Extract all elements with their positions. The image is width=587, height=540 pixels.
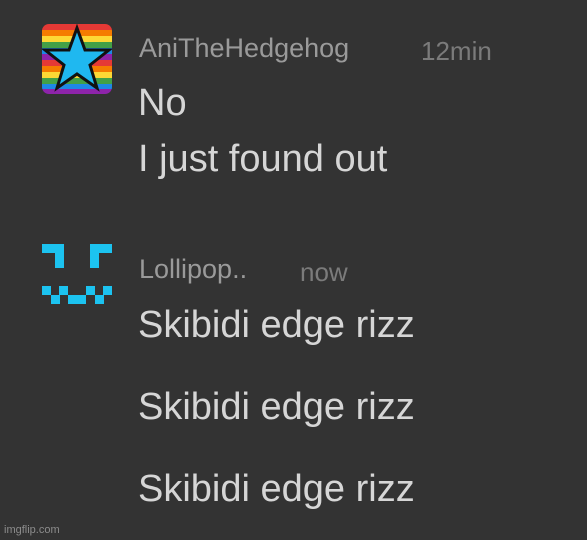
avatar[interactable]	[42, 24, 112, 94]
username[interactable]: Lollipop..	[139, 254, 247, 285]
message-line: I just found out	[138, 138, 388, 180]
message-1: AniTheHedgehog 12min No I just found out	[0, 0, 587, 220]
message-line: Skibidi edge rizz	[138, 386, 415, 428]
imgflip-watermark: imgflip.com	[4, 524, 60, 536]
username[interactable]: AniTheHedgehog	[139, 33, 349, 64]
message-2: Lollipop.. now Skibidi edge rizz Skibidi…	[0, 220, 587, 520]
rainbow-star-icon	[42, 24, 112, 94]
message-line: Skibidi edge rizz	[138, 304, 415, 346]
message-line: No	[138, 82, 187, 124]
timestamp: now	[300, 257, 348, 287]
message-line: Skibidi edge rizz	[138, 468, 415, 510]
avatar[interactable]	[42, 242, 112, 312]
timestamp: 12min	[421, 36, 492, 66]
pixel-face-icon	[42, 244, 112, 304]
